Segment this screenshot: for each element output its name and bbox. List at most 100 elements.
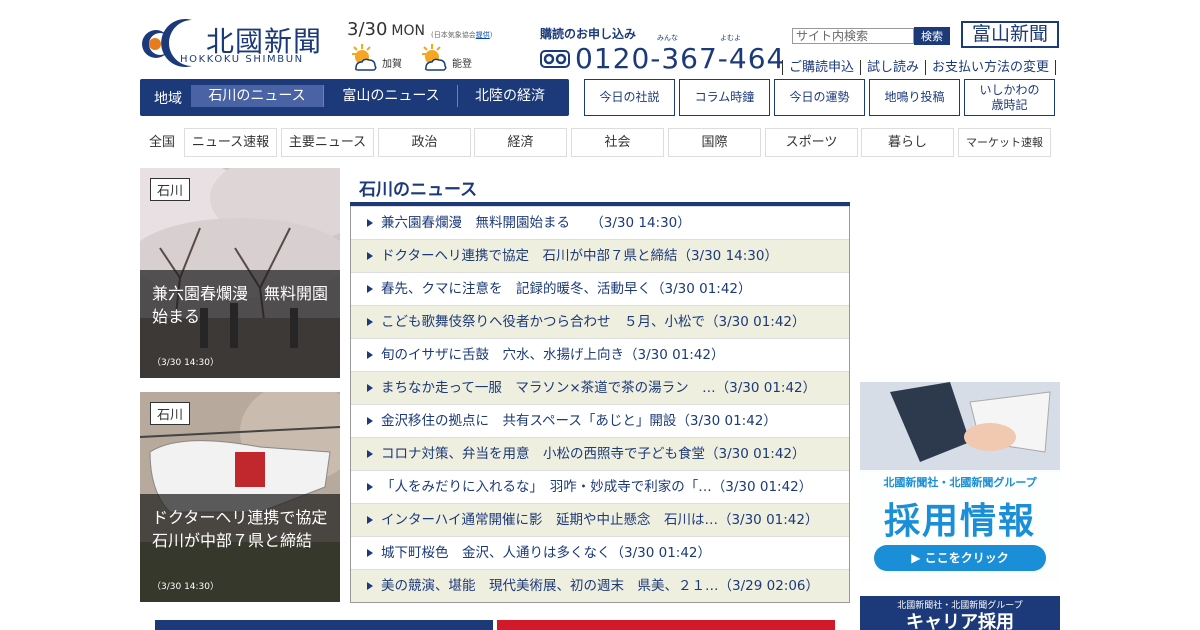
bullet-triangle-icon xyxy=(367,417,373,425)
cat-society[interactable]: 社会 xyxy=(571,128,664,157)
fortune-button[interactable]: 今日の運勢 xyxy=(774,79,865,116)
reader-post-button[interactable]: 地鳴り投稿 xyxy=(869,79,960,116)
weather-source-link[interactable]: 提供 xyxy=(476,31,490,39)
freedial-icon xyxy=(540,50,570,68)
subscribe-title: 購読のお申し込み xyxy=(540,27,637,41)
photo-caption: ドクターヘリ連携で協定 石川が中部７県と締結 xyxy=(152,508,340,551)
cat-international[interactable]: 国際 xyxy=(668,128,761,157)
career-banner[interactable]: 北國新聞社・北國新聞グループ キャリア採用 xyxy=(860,596,1060,630)
career-title: キャリア採用 xyxy=(906,612,1014,630)
news-item[interactable]: 金沢移住の拠点に 共有スペース「あじと」開設（3/30 01:42） xyxy=(351,404,849,437)
news-headline: 春先、クマに注意を 記録的暖冬、活動早く（3/30 01:42） xyxy=(381,281,752,297)
cat-politics[interactable]: 政治 xyxy=(378,128,471,157)
photo-region-tag: 石川 xyxy=(150,402,191,425)
logo-subtitle: HOKKOKU SHIMBUN xyxy=(180,54,304,65)
news-headline: 城下町桜色 金沢、人通りは多くなく（3/30 01:42） xyxy=(381,545,712,561)
news-item[interactable]: 春先、クマに注意を 記録的暖冬、活動早く（3/30 01:42） xyxy=(351,272,849,305)
bullet-triangle-icon xyxy=(367,351,373,359)
sunny-cloudy-icon xyxy=(352,44,377,71)
news-item[interactable]: 城下町桜色 金沢、人通りは多くなく（3/30 01:42） xyxy=(351,536,849,569)
photo-card-kenrokuen[interactable]: 石川 兼六園春爛漫 無料開園始まる （3/30 14:30） xyxy=(140,168,340,378)
cat-breaking-news[interactable]: ニュース速報 xyxy=(184,128,277,157)
cat-economy[interactable]: 経済 xyxy=(474,128,567,157)
news-headline: 「人をみだりに入れるな」 羽咋・妙成寺で利家の「…（3/30 01:42） xyxy=(381,479,813,495)
news-headline: 旬のイサザに舌鼓 穴水、水揚げ上向き（3/30 01:42） xyxy=(381,347,725,363)
bullet-triangle-icon xyxy=(367,219,373,227)
cat-top-news[interactable]: 主要ニュース xyxy=(281,128,374,157)
news-item[interactable]: こども歌舞伎祭りへ役者かつら合わせ ５月、小松で（3/30 01:42） xyxy=(351,305,849,338)
link-trial[interactable]: 試し読み xyxy=(860,60,926,75)
weather-source: (日本気象協会提供) xyxy=(431,30,492,40)
link-subscribe[interactable]: ご購読申込 xyxy=(782,60,861,75)
ishikawa-calendar-button[interactable]: いしかわの 歳時記 xyxy=(964,79,1055,116)
bullet-triangle-icon xyxy=(367,318,373,326)
news-headline: 兼六園春爛漫 無料開園始まる （3/30 14:30） xyxy=(381,215,691,231)
recruit-click-button[interactable]: ▶ ここをクリック xyxy=(874,545,1046,571)
news-item[interactable]: コロナ対策、弁当を用意 小松の西照寺で子ども食堂（3/30 01:42） xyxy=(351,437,849,470)
cat-market-news[interactable]: マーケット速報 xyxy=(958,128,1051,157)
news-headline: まちなか走って一服 マラソン×茶道で茶の湯ラン …（3/30 01:42） xyxy=(381,380,817,396)
news-item[interactable]: まちなか走って一服 マラソン×茶道で茶の湯ラン …（3/30 01:42） xyxy=(351,371,849,404)
photo-caption: 兼六園春爛漫 無料開園始まる xyxy=(152,284,329,327)
bullet-triangle-icon xyxy=(367,516,373,524)
category-label-national: 全国 xyxy=(148,135,175,150)
news-item[interactable]: 兼六園春爛漫 無料開園始まる （3/30 14:30） xyxy=(351,206,849,239)
photo-time: （3/30 14:30） xyxy=(152,358,220,368)
bottom-banner-left[interactable] xyxy=(155,620,493,630)
tab-toyama-news[interactable]: 富山のニュース xyxy=(325,85,458,107)
region-label: 地域 xyxy=(154,91,182,107)
subscription-links: ご購読申込 試し読み お支払い方法の変更 xyxy=(782,56,1057,75)
bullet-triangle-icon xyxy=(367,450,373,458)
search-button[interactable]: 検索 xyxy=(914,27,950,45)
photo-caption-box: ドクターヘリ連携で協定 石川が中部７県と締結 （3/30 14:30） xyxy=(140,494,340,602)
news-item[interactable]: ドクターヘリ連携で協定 石川が中部７県と締結（3/30 14:30） xyxy=(351,239,849,272)
cat-lifestyle[interactable]: 暮らし xyxy=(861,128,954,157)
link-payment-change[interactable]: お支払い方法の変更 xyxy=(925,60,1057,75)
news-item[interactable]: 「人をみだりに入れるな」 羽咋・妙成寺で利家の「…（3/30 01:42） xyxy=(351,470,849,503)
editorial-button[interactable]: 今日の社説 xyxy=(584,79,675,116)
region-nav: 地域 石川のニュース 富山のニュース 北陸の経済 xyxy=(140,79,569,116)
photo-time: （3/30 14:30） xyxy=(152,582,220,592)
news-headline: コロナ対策、弁当を用意 小松の西照寺で子ども食堂（3/30 01:42） xyxy=(381,446,806,462)
weather-source-prefix: (日本気象協会 xyxy=(431,31,476,39)
news-headline: 金沢移住の拠点に 共有スペース「あじと」開設（3/30 01:42） xyxy=(381,413,777,429)
bullet-triangle-icon xyxy=(367,549,373,557)
column-jisho-button[interactable]: コラム時鐘 xyxy=(679,79,770,116)
news-item[interactable]: 旬のイサザに舌鼓 穴水、水揚げ上向き（3/30 01:42） xyxy=(351,338,849,371)
bullet-triangle-icon xyxy=(367,384,373,392)
date-weekday: MON xyxy=(391,23,425,39)
news-item[interactable]: 美の競演、堪能 現代美術展、初の週末 県美、２１…（3/29 02:06） xyxy=(351,569,849,602)
bullet-triangle-icon xyxy=(367,252,373,260)
weather-source-suffix: ) xyxy=(489,31,493,39)
bottom-banner-right[interactable] xyxy=(497,620,835,630)
news-headline: こども歌舞伎祭りへ役者かつら合わせ ５月、小松で（3/30 01:42） xyxy=(381,314,806,330)
tab-ishikawa-news[interactable]: 石川のニュース xyxy=(191,85,324,107)
recruit-banner[interactable]: 北國新聞社・北國新聞グループ 採用情報 ▶ ここをクリック xyxy=(860,382,1060,582)
date-day: 3/30 xyxy=(347,19,388,40)
news-headline: ドクターヘリ連携で協定 石川が中部７県と締結（3/30 14:30） xyxy=(381,248,778,264)
weather-kaga[interactable]: 加賀 xyxy=(348,42,428,74)
recruit-company: 北國新聞社・北國新聞グループ xyxy=(883,476,1037,489)
recruit-title: 採用情報 xyxy=(883,501,1036,542)
weather-area-label: 能登 xyxy=(452,59,472,70)
sunny-cloudy-icon xyxy=(422,44,447,71)
photo-region-tag: 石川 xyxy=(150,178,191,201)
news-section-title: 石川のニュース xyxy=(359,180,478,200)
toyama-shimbun-link[interactable]: 富山新聞 xyxy=(961,21,1059,48)
cat-sports[interactable]: スポーツ xyxy=(765,128,858,157)
weather-area-label: 加賀 xyxy=(382,59,402,70)
subscribe-phone[interactable]: 0120-367-464 xyxy=(575,42,785,75)
site-search-input[interactable] xyxy=(792,28,914,44)
tab-hokuriku-economy[interactable]: 北陸の経済 xyxy=(459,85,561,107)
hokkoku-logo[interactable]: 北國新聞 HOKKOKU SHIMBUN xyxy=(140,14,340,68)
bullet-triangle-icon xyxy=(367,582,373,590)
photo-card-doctor-heli[interactable]: 石川 ドクターヘリ連携で協定 石川が中部７県と締結 （3/30 14:30） xyxy=(140,392,340,602)
news-item[interactable]: インターハイ通常開催に影 延期や中止懸念 石川は…（3/30 01:42） xyxy=(351,503,849,536)
ishikawa-news-list: 兼六園春爛漫 無料開園始まる （3/30 14:30） ドクターヘリ連携で協定 … xyxy=(350,206,850,603)
bullet-triangle-icon xyxy=(367,285,373,293)
bullet-triangle-icon xyxy=(367,483,373,491)
weather-noto[interactable]: 能登 xyxy=(418,42,498,74)
news-headline: インターハイ通常開催に影 延期や中止懸念 石川は…（3/30 01:42） xyxy=(381,512,819,528)
news-headline: 美の競演、堪能 現代美術展、初の週末 県美、２１…（3/29 02:06） xyxy=(381,578,820,594)
photo-caption-box: 兼六園春爛漫 無料開園始まる （3/30 14:30） xyxy=(140,270,340,378)
